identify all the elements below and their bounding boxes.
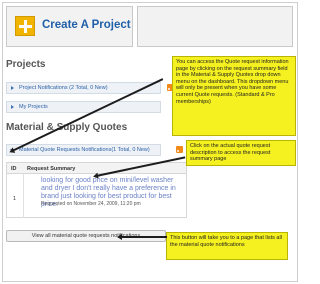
column-header-id: ID (11, 166, 17, 172)
quote-requests-table: ID Request Summary 1 looking for good pr… (6, 162, 187, 218)
request-id: 1 (13, 196, 17, 202)
projects-heading: Projects (6, 59, 46, 70)
rss-icon[interactable] (176, 146, 183, 153)
column-divider (23, 174, 24, 218)
chevron-right-icon (11, 86, 14, 90)
project-notifications-label: Project Notifications (2 Total, 0 New) (19, 85, 108, 91)
my-projects-label: My Projects (19, 104, 48, 110)
callout-view-all: This button will take you to a page that… (166, 232, 288, 260)
column-header-summary: Request Summary (27, 166, 76, 172)
my-projects-row[interactable]: My Projects (6, 101, 161, 113)
chevron-right-icon (11, 105, 14, 109)
quote-requests-label: Material Quote Requests Notifications(1 … (19, 147, 150, 153)
request-date: Requested on November 24, 2009, 11:20 pm (41, 201, 141, 207)
project-notifications-row[interactable]: Project Notifications (2 Total, 0 New) (6, 82, 161, 94)
callout-quote-dropdown: You can access the Quote request informa… (172, 56, 296, 136)
dashboard-card (137, 6, 293, 47)
create-project-button[interactable]: Create A Project (6, 6, 133, 47)
plus-icon (15, 16, 35, 36)
quote-requests-row[interactable]: Material Quote Requests Notifications(1 … (6, 144, 161, 156)
callout-request-summary: Click on the actual quote request descri… (186, 140, 296, 166)
create-project-label: Create A Project (42, 19, 131, 31)
arrow-to-view-all (117, 234, 167, 239)
